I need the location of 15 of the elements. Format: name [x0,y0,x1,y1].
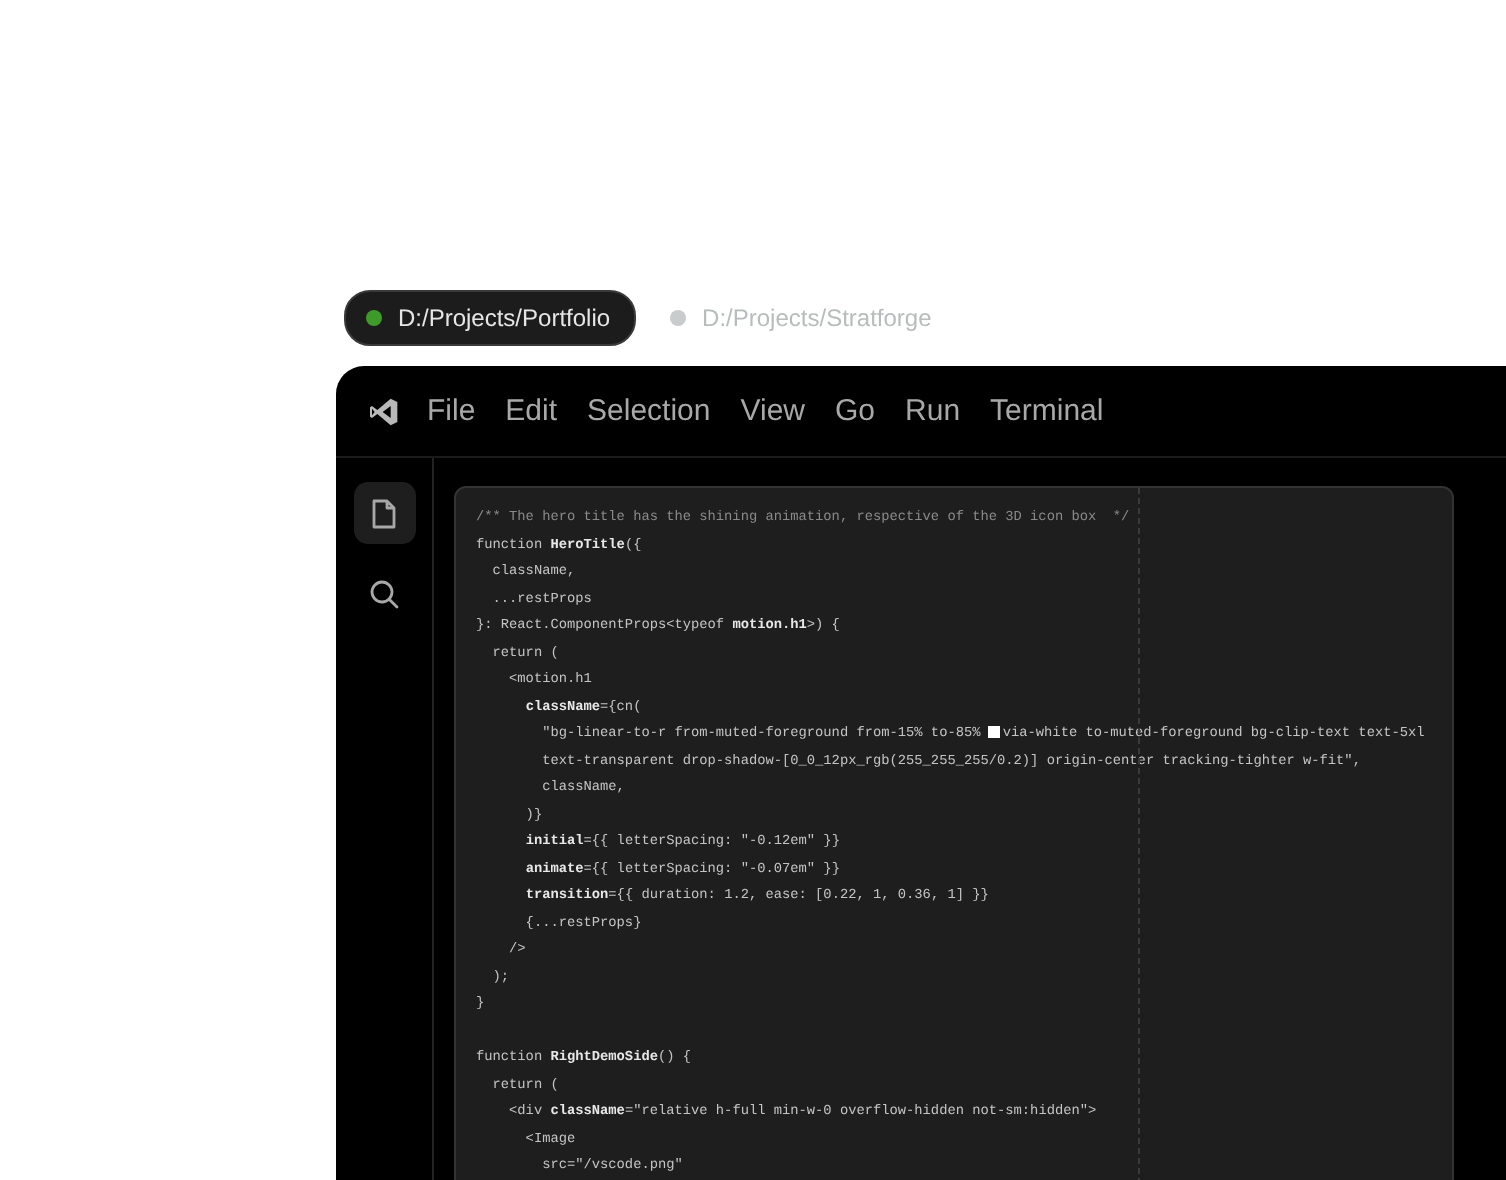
color-swatch-icon [988,725,1001,737]
menu-item[interactable]: Terminal [975,394,1119,428]
menu-item[interactable]: Run [890,394,976,428]
file-icon [370,497,398,529]
menu-item[interactable]: File [412,394,491,428]
workspace-tab[interactable]: D:/Projects/Portfolio [344,290,637,346]
status-dot-icon [366,310,382,326]
logo-icon [368,395,400,427]
menu-item[interactable]: Selection [572,394,726,428]
search-icon [368,577,400,609]
menu-item[interactable]: View [725,394,820,428]
menu-item[interactable]: Edit [490,394,573,428]
explorer-button[interactable] [353,482,415,544]
status-dot-icon [670,310,687,326]
menu-item[interactable]: Go [820,394,891,428]
